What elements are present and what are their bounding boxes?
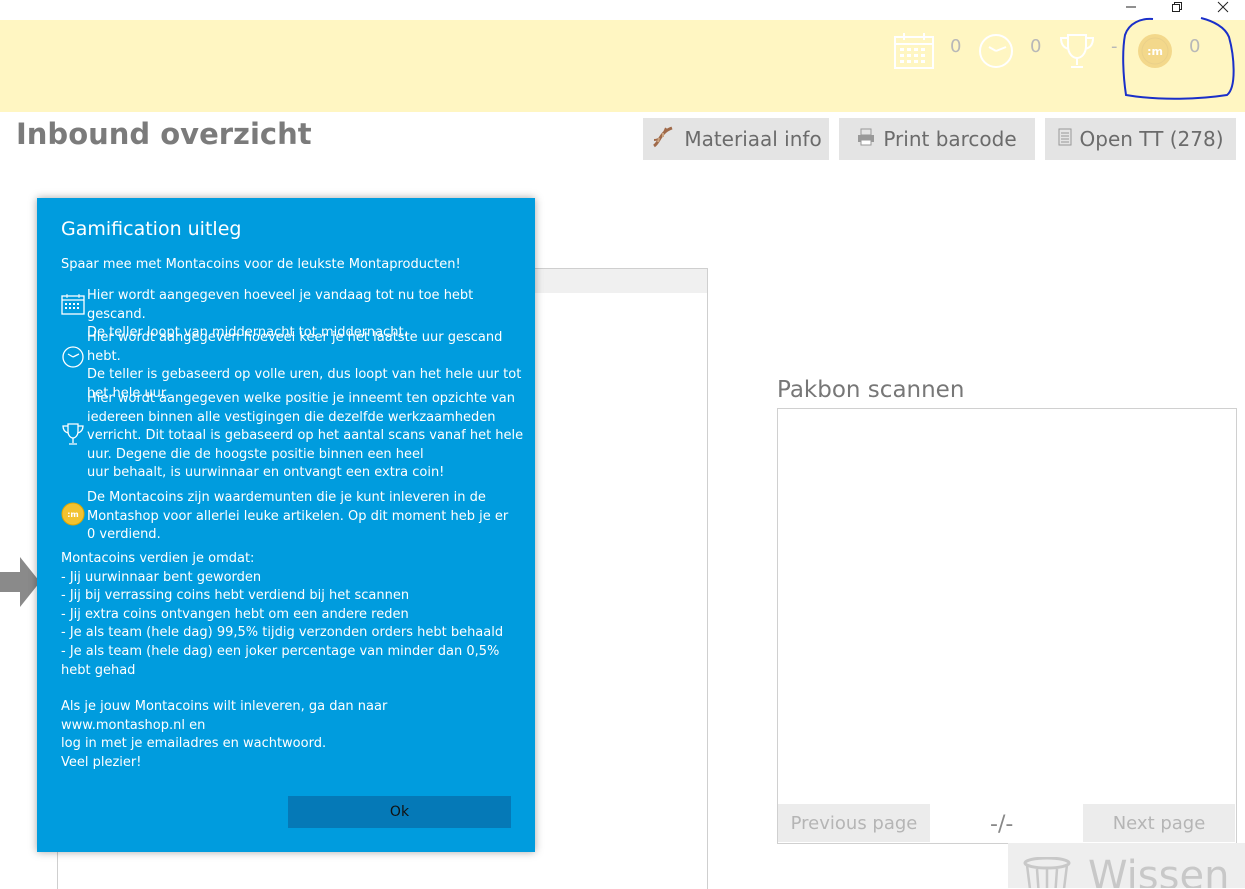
annotation-circle: [1122, 17, 1235, 100]
explanation-line: De Montacoins zijn waardemunten die je k…: [87, 490, 486, 505]
redeem-line: Als je jouw Montacoins wilt inleveren, g…: [61, 699, 388, 733]
today-scan-count: 0: [950, 36, 962, 57]
redeem-info: Als je jouw Montacoins wilt inleveren, g…: [61, 698, 511, 754]
restore-icon[interactable]: [1162, 0, 1192, 14]
explanation-line: Hier wordt aangegeven welke positie je i…: [87, 391, 515, 406]
clock-icon[interactable]: [977, 32, 1015, 74]
earn-line: - Je als team (hele dag) 99,5% tijdig ve…: [61, 625, 504, 641]
trophy-icon: [61, 422, 85, 453]
earn-line: - Jij extra coins ontvangen hebt om een …: [61, 606, 409, 622]
page-title: Inbound overzicht: [16, 117, 312, 151]
explanation-line: Montashop voor allerlei leuke artikelen.…: [87, 508, 509, 524]
gamification-dialog: Gamification uitleg Spaar mee met Montac…: [37, 198, 535, 852]
gamification-stats-bar: 0 0 - :m 0: [0, 20, 1245, 112]
trash-icon: [1023, 857, 1071, 888]
arrow-right-icon[interactable]: [0, 557, 40, 607]
earn-line: hebt gehad: [61, 662, 136, 678]
explanation-row-position: Hier wordt aangegeven welke positie je i…: [61, 390, 523, 483]
closing-text: Veel plezier!: [61, 755, 142, 770]
close-icon[interactable]: [1208, 0, 1238, 14]
explanation-row-today: Hier wordt aangegeven hoeveel je vandaag…: [61, 287, 521, 340]
pakbon-scan-area[interactable]: [777, 408, 1237, 844]
wissen-button[interactable]: Wissen: [1008, 843, 1245, 888]
montacoin-icon: :m: [61, 502, 85, 533]
materiaal-info-button[interactable]: Materiaal info: [643, 118, 829, 160]
explanation-row-coins: :m De Montacoins zijn waardemunten die j…: [61, 489, 521, 545]
earn-line: - Jij bij verrassing coins hebt verdiend…: [61, 588, 410, 604]
pakbon-title: Pakbon scannen: [777, 377, 965, 403]
explanation-line: iedereen binnen alle vestigingen die dez…: [87, 409, 496, 425]
hour-scan-count: 0: [1030, 36, 1042, 57]
ok-button[interactable]: Ok: [288, 796, 511, 828]
document-icon: [1058, 127, 1072, 151]
earn-line: - Je als team (hele dag) een joker perce…: [61, 643, 500, 659]
svg-text::m: :m: [67, 510, 79, 519]
window-titlebar: [0, 0, 1245, 20]
clock-icon: [61, 345, 85, 376]
earn-line: - Jij uurwinnaar bent geworden: [61, 569, 262, 585]
earn-reasons: Montacoins verdien je omdat: - Jij uurwi…: [61, 550, 511, 680]
dialog-intro: Spaar mee met Montacoins voor de leukste…: [61, 257, 461, 272]
calendar-icon[interactable]: [893, 32, 935, 74]
open-tt-button[interactable]: Open TT (278): [1045, 118, 1236, 160]
dna-icon: [650, 124, 676, 155]
materiaal-info-label: Materiaal info: [684, 127, 822, 151]
explanation-line: verricht. Dit totaal is gebaseerd op het…: [87, 428, 524, 443]
explanation-row-hour: Hier wordt aangegeven hoeveel keer je he…: [61, 329, 521, 401]
wissen-label: Wissen: [1088, 853, 1230, 888]
previous-page-button[interactable]: Previous page: [778, 804, 930, 842]
explanation-line: uur behaalt, is uurwinnaar en ontvangt e…: [87, 465, 445, 480]
position-value: -: [1111, 36, 1118, 57]
explanation-line: uur. Degene die de hoogste positie binne…: [87, 446, 424, 462]
explanation-line: Hier wordt aangegeven hoeveel je vandaag…: [87, 288, 474, 322]
explanation-line: De teller is gebaseerd op volle uren, du…: [87, 367, 522, 382]
open-tt-label: Open TT (278): [1079, 127, 1224, 151]
next-page-button[interactable]: Next page: [1083, 804, 1235, 842]
page-indicator: -/-: [990, 812, 1014, 837]
printer-icon: [857, 127, 875, 151]
explanation-line: 0 verdiend.: [87, 527, 161, 542]
minimize-icon[interactable]: [1116, 0, 1146, 14]
trophy-icon[interactable]: [1058, 32, 1096, 74]
explanation-line: Hier wordt aangegeven hoeveel keer je he…: [87, 330, 503, 364]
print-barcode-button[interactable]: Print barcode: [839, 118, 1035, 160]
redeem-line: log in met je emailadres en wachtwoord.: [61, 736, 327, 751]
calendar-icon: [61, 293, 85, 322]
earn-line: Montacoins verdien je omdat:: [61, 551, 255, 566]
print-barcode-label: Print barcode: [883, 127, 1017, 151]
dialog-title: Gamification uitleg: [61, 218, 242, 240]
